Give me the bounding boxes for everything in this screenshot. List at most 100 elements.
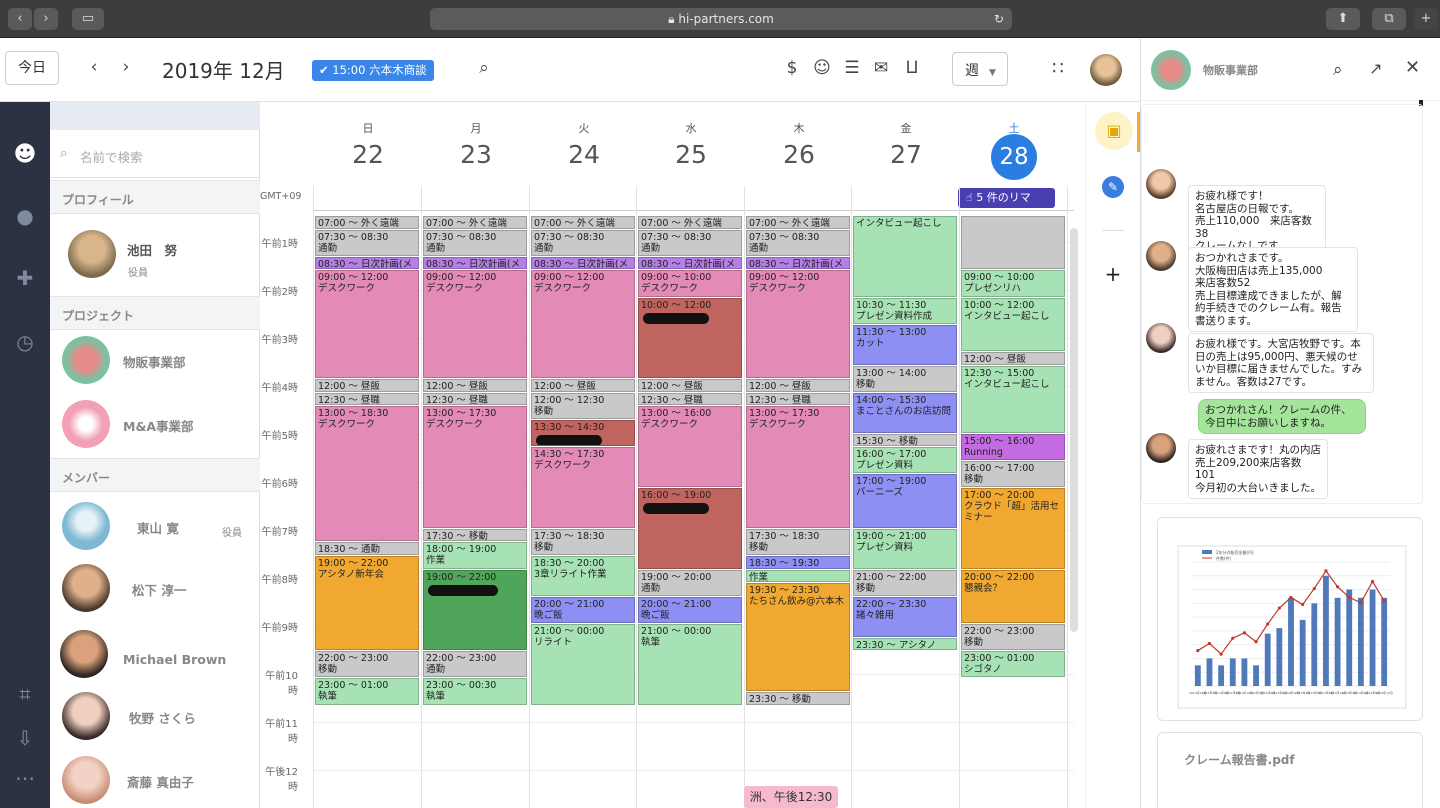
calendar-event[interactable]: 18:30 ～ 19:30 [746,556,850,569]
calendar-event[interactable]: 12:30 ～ 昼職 [746,392,850,406]
tabs-icon[interactable]: ⧉ [1372,8,1406,30]
calendar-event[interactable]: 08:30 ～ 日次計画(メー [638,256,742,270]
reminder-chip[interactable]: ✔ 15:00 六本木商談 [312,60,434,81]
cart-icon[interactable]: ⨿ [900,58,924,78]
calendar-event[interactable]: 07:00 ～ 外く遠端 [531,216,635,229]
calendar-event[interactable]: 08:30 ～ 日次計画(メー [531,256,635,270]
day-number[interactable]: 23 [422,140,530,169]
calendar-event[interactable]: 22:00 ～ 23:30 諸々雑用 [853,596,957,637]
calendar-event[interactable]: 12:30 ～ 昼職 [315,392,419,406]
open-external-icon[interactable]: ↗ [1369,59,1382,78]
calendar-event[interactable]: 18:00 ～ 19:00 作業 [423,542,527,569]
calendar-event[interactable]: 20:00 ～ 21:00 晩ご飯 [638,596,742,623]
calendar-event[interactable]: 23:00 ～ 01:00 シゴタノ [961,651,1065,678]
calendar-event[interactable]: 17:30 ～ 移動 [423,528,527,542]
chart-attachment[interactable]: 2年分の販売金額(円) 件数(件) 2010年12月 2011年3月 2011年6月 20… [1157,517,1423,721]
file-attachment[interactable]: クレーム報告書.pdf [1157,732,1423,808]
calendar-event[interactable]: 19:00 ～ 22:00 [423,569,527,651]
message-list[interactable]: お疲れ様です！ 名古屋店の日報です。 売上110,000 来店客数38 クレーム… [1141,104,1423,504]
calendar-event[interactable]: 19:30 ～ 23:30 たちさん飲み@六本木 [746,583,850,691]
search-icon[interactable]: ⌕ [1333,60,1343,80]
calendar-event[interactable]: 07:00 ～ 外く遠端 [746,216,850,229]
calendar-event[interactable]: 15:30 ～ 移動 [853,433,957,447]
day-number[interactable]: 26 [745,140,853,169]
member-item[interactable]: Michael Brown [50,626,260,686]
calendar-event[interactable]: 12:30 ～ 昼職 [638,392,742,406]
calendar-event[interactable]: 22:00 ～ 23:00 移動 [315,651,419,678]
url-bar[interactable]: 🔒︎ hi-partners.com ↻ [430,8,1012,30]
calendar-event[interactable]: 09:00 ～ 12:00 デスクワーク [423,270,527,379]
day-number[interactable]: 27 [852,140,960,169]
calendar-event[interactable]: 09:00 ～ 12:00 デスクワーク [746,270,850,379]
calendar-event[interactable]: 13:00 ～ 16:00 デスクワーク [638,406,742,487]
calendar-event[interactable]: 10:00 ～ 12:00 インタビュー起こし [961,297,1065,351]
calendar-event[interactable]: 19:00 ～ 22:00 アシタノ新年会 [315,556,419,651]
calendar-event[interactable]: 12:00 ～ 昼飯 [746,379,850,392]
calendar-event[interactable]: 13:30 ～ 14:30 [531,420,635,447]
calendar-event[interactable]: 10:30 ～ 11:30 プレゼン資料作成 [853,297,957,324]
calendar-event[interactable]: 16:00 ～ 17:00 移動 [961,460,1065,487]
clock-icon[interactable]: ◷ [0,330,50,354]
calendar-event[interactable]: 12:30 ～ 15:00 インタビュー起こし [961,365,1065,433]
calendar-event[interactable]: 20:00 ～ 21:00 晩ご飯 [531,596,635,623]
calendar-event[interactable]: 19:00 ～ 20:00 通勤 [638,569,742,596]
calendar-event[interactable]: 08:30 ～ 日次計画(メー [746,256,850,270]
calendar-event[interactable]: 23:00 ～ 00:30 執筆 [423,678,527,705]
calendar-event[interactable]: 17:30 ～ 18:30 移動 [746,528,850,555]
document-icon[interactable]: ☰ [840,58,864,78]
calendar-event[interactable]: 16:00 ～ 17:00 プレゼン資料 [853,447,957,474]
today-button[interactable]: 今日 [5,51,59,85]
bottom-event-chip[interactable]: 洲、午後12:30 [744,786,838,808]
calendar-event[interactable]: 21:00 ～ 00:00 執筆 [638,624,742,705]
calendar-event[interactable]: 09:00 ～ 10:00 デスクワーク [638,270,742,297]
day-number[interactable]: 28 [960,134,1068,180]
calendar-event[interactable]: 22:00 ～ 23:00 移動 [961,624,1065,651]
more-icon[interactable]: ⋯ [0,766,50,790]
calendar-event[interactable]: 21:00 ～ 00:00 リライト [531,624,635,705]
calendar-event[interactable]: 13:00 ～ 17:30 デスクワーク [423,406,527,528]
calendar-event[interactable]: 14:00 ～ 15:30 まことさんのお店訪問 [853,392,957,433]
calendar-event[interactable]: 09:00 ～ 10:00 プレゼンリハ [961,270,1065,297]
add-person-icon[interactable]: ✚ [0,266,50,290]
download-icon[interactable]: ⇩ [0,726,50,750]
user-avatar[interactable] [1090,54,1122,86]
calendar-event[interactable] [961,216,1065,270]
search-input[interactable]: ⌕ 名前で検索 [50,130,260,178]
calendar-event[interactable]: 12:00 ～ 昼飯 [638,379,742,392]
people-icon[interactable]: ☺ [810,58,834,78]
search-icon[interactable]: ⌕ [472,58,496,78]
calendar-event[interactable]: 14:30 ～ 17:30 デスクワーク [531,447,635,528]
member-item[interactable]: 牧野 さくら [50,688,260,748]
calendar-event[interactable]: 12:30 ～ 昼職 [423,392,527,406]
add-icon[interactable]: + [1102,262,1124,286]
profile-card[interactable]: 池田 努 役員 [50,214,260,296]
calendar-event[interactable]: 23:30 ～ 移動 [746,692,850,705]
calendar-event[interactable]: 18:30 ～ 20:00 3章リライト作業 [531,556,635,596]
scrollbar[interactable] [1070,228,1078,632]
calendar-event[interactable]: 12:00 ～ 12:30 移動 [531,392,635,419]
prev-week-icon[interactable]: ‹ [82,57,106,77]
calendar-event[interactable]: 作業 [746,569,850,583]
calendar-event[interactable]: 07:30 ～ 08:30 通勤 [746,229,850,256]
calendar-event[interactable]: 20:00 ～ 22:00 懇親会？ [961,569,1065,623]
new-tab-icon[interactable]: + [1414,8,1438,30]
calendar-event[interactable]: 08:30 ～ 日次計画(メー [315,256,419,270]
calendar-event[interactable]: 22:00 ～ 23:00 通勤 [423,651,527,678]
next-week-icon[interactable]: › [114,57,138,77]
sidebar-toggle-icon[interactable]: ▭ [72,8,104,30]
day-number[interactable]: 25 [637,140,745,169]
day-number[interactable]: 22 [314,140,422,169]
calendar-event[interactable]: 10:00 ～ 12:00 [638,297,742,379]
calendar-event[interactable]: 07:30 ～ 08:30 通勤 [531,229,635,256]
calendar-event[interactable]: 09:00 ～ 12:00 デスクワーク [315,270,419,379]
calendar-event[interactable]: 17:30 ～ 18:30 移動 [531,528,635,555]
calendar-event[interactable]: 23:00 ～ 01:00 執筆 [315,678,419,705]
reminder-badge[interactable]: ☝ 5 件のリマ [958,188,1055,208]
member-item[interactable]: 斎藤 真由子 [50,752,260,808]
calendar-event[interactable]: 08:30 ～ 日次計画(メー [423,256,527,270]
forward-icon[interactable]: › [34,8,58,30]
calendar-event[interactable]: 13:00 ～ 14:00 移動 [853,365,957,392]
calendar-event[interactable]: 16:00 ～ 19:00 [638,488,742,569]
calendar-event[interactable]: 09:00 ～ 12:00 デスクワーク [531,270,635,379]
calendar-event[interactable]: 17:00 ～ 19:00 バーニーズ [853,474,957,528]
